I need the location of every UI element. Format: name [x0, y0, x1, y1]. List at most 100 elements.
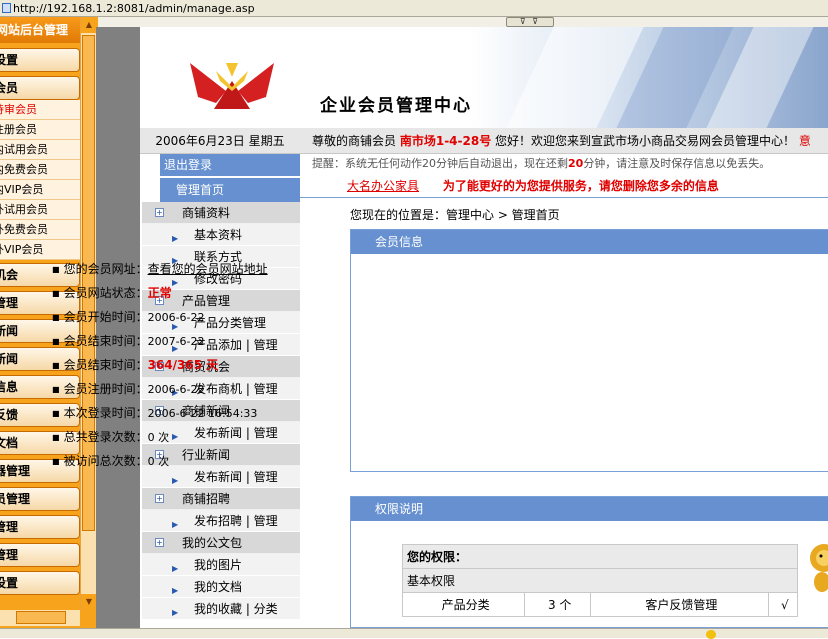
nav-section[interactable]: + 我的公文包 — [142, 532, 300, 554]
info-value: 2006-6-22 — [147, 311, 205, 324]
info-label: 会员结束时间： — [63, 358, 148, 372]
left-menu-button[interactable]: 管理 — [0, 543, 80, 567]
scroll-down-icon[interactable]: ▼ — [81, 594, 97, 610]
info-value: 0 次 — [147, 455, 170, 468]
ad-link[interactable]: 大名办公家具 — [347, 179, 419, 193]
info-row: ■ 会员网站状态：正常 — [52, 284, 172, 301]
table-cell: 客户反馈管理 — [590, 592, 769, 617]
info-label: 本次登录时间： — [63, 406, 148, 420]
info-value: 2007-6-22 — [147, 335, 205, 348]
left-menu-link[interactable]: 外免费会员 — [0, 220, 80, 240]
nav-item[interactable]: ▶ 我的图片 — [142, 554, 300, 576]
shop-name: 南市场1-4-28号 — [399, 134, 492, 148]
table-row: 产品分类 3 个 客户反馈管理 √ — [401, 592, 799, 617]
table-cell: 3 个 — [524, 592, 592, 617]
nav-item-label: 发布商机 | 管理 — [194, 382, 278, 396]
info-row: ■ 会员结束时间：364/365 天 — [52, 356, 218, 373]
left-menu-link[interactable]: 外试用会员 — [0, 200, 80, 220]
tip-suffix: 分钟，请注意及时保存信息以免丢失。 — [583, 157, 771, 170]
tip-prefix: 提醒：系统无任何动作20分钟后自动退出，现在还剩 — [312, 157, 568, 170]
left-menu-link[interactable]: 内免费会员 — [0, 160, 80, 180]
home-link[interactable]: 管理首页 — [160, 178, 300, 202]
nav-section[interactable]: + 商铺资料 — [142, 202, 300, 224]
page-title: 企业会员管理中心 — [320, 96, 472, 116]
permissions-group: 基本权限 — [402, 568, 798, 593]
left-menu-link[interactable]: 注册会员 — [0, 120, 80, 140]
nav-item-label: 我的图片 — [194, 558, 243, 572]
expand-icon: + — [155, 208, 164, 217]
panel-title: 权限说明 — [351, 497, 828, 521]
bullet-icon: ■ — [52, 337, 60, 346]
ad-bar: 大名办公家具 为了能更好的为您提供服务，请您删除您多余的信息 — [300, 174, 828, 198]
left-menu-button[interactable]: 会员 — [0, 76, 80, 100]
url-text[interactable]: http://192.168.1.2:8081/admin/manage.asp — [13, 2, 255, 15]
info-value: 2006-6-22 16:54:33 — [147, 407, 258, 420]
bullet-icon: ■ — [52, 409, 60, 418]
nav-section[interactable]: + 商铺招聘 — [142, 488, 300, 510]
info-value: 2006-6-22 — [147, 383, 205, 396]
logout-button[interactable]: 退出登录 — [160, 154, 300, 176]
left-menu-link[interactable]: 待审会员 — [0, 100, 80, 120]
collapse-frame-toggle-icon[interactable]: ⊽ ⊽ — [506, 17, 554, 27]
bullet-icon: ■ — [52, 313, 60, 322]
left-menu-link[interactable]: 内VIP会员 — [0, 180, 80, 200]
left-menu-link[interactable]: 外VIP会员 — [0, 240, 80, 260]
bullet-icon: ■ — [52, 265, 60, 274]
nav-section-title: 产品管理 — [182, 294, 231, 308]
table-cell: 产品分类 — [401, 592, 526, 617]
nav-section-title: 商铺资料 — [182, 206, 231, 220]
nav-item[interactable]: ▶ 我的收藏 | 分类 — [142, 598, 300, 620]
nav-section-title: 行业新闻 — [182, 448, 231, 462]
check-icon: √ — [767, 592, 799, 617]
ad-message: 为了能更好的为您提供服务，请您删除您多余的信息 — [442, 179, 719, 193]
status-bar — [0, 628, 828, 639]
info-row: ■ 本次登录时间：2006-6-22 16:54:33 — [52, 404, 257, 421]
nav-item[interactable]: ▶ 我的文档 — [142, 576, 300, 598]
frame-divider — [96, 27, 140, 628]
left-menu-button[interactable]: 管理 — [0, 515, 80, 539]
frame-top-strip — [0, 17, 828, 27]
info-label: 会员开始时间： — [63, 310, 148, 324]
info-label: 会员结束时间： — [63, 334, 148, 348]
expand-icon: + — [155, 494, 164, 503]
bullet-icon: ■ — [52, 433, 60, 442]
member-info-panel: 会员信息 — [350, 229, 828, 472]
left-menu-button[interactable]: 设置 — [0, 571, 80, 595]
nav-item[interactable]: ▶ 发布新闻 | 管理 — [142, 466, 300, 488]
bullet-icon: ■ — [52, 289, 60, 298]
info-value: 正常 — [147, 286, 172, 300]
bullet-icon: ■ — [52, 361, 60, 370]
welcome-suffix: 您好！欢迎您来到宣武市场小商品交易网会员管理中心！ — [495, 134, 796, 148]
breadcrumb: 您现在的位置是：管理中心 > 管理首页 — [350, 208, 560, 222]
info-row: ■ 会员结束时间：2007-6-22 — [52, 332, 205, 349]
welcome-bar: 尊敬的商铺会员 南市场1-4-28号 您好！欢迎您来到宣武市场小商品交易网会员管… — [300, 128, 828, 154]
member-site-link[interactable]: 查看您的会员网站地址 — [148, 262, 268, 276]
panel-title: 会员信息 — [351, 230, 828, 254]
bullet-icon: ■ — [52, 385, 60, 394]
nav-item-label: 发布招聘 | 管理 — [194, 514, 278, 528]
nav-item[interactable]: ▶ 基本资料 — [142, 224, 300, 246]
nav-item[interactable]: ▶ 发布招聘 | 管理 — [142, 510, 300, 532]
nav-item-label: 我的文档 — [194, 580, 243, 594]
date-display: 2006年6月23日 星期五 — [140, 128, 300, 154]
permissions-header: 您的权限： — [402, 544, 798, 569]
info-row: ■ 您的会员网址：查看您的会员网站地址 — [52, 260, 268, 277]
info-label: 总共登录次数： — [63, 430, 148, 444]
left-menu-button[interactable]: 设置 — [0, 48, 80, 72]
hscroll-thumb[interactable] — [16, 611, 66, 624]
page-icon — [2, 3, 11, 13]
nav-item-label: 基本资料 — [194, 228, 243, 242]
nav-item-label: 发布新闻 | 管理 — [194, 470, 278, 484]
welcome-prefix: 尊敬的商铺会员 — [312, 134, 397, 148]
left-frame-title: 网站后台管理 — [0, 17, 80, 43]
address-bar[interactable]: http://192.168.1.2:8081/admin/manage.asp — [0, 0, 828, 17]
header-banner: 企业会员管理中心 — [140, 27, 828, 128]
left-menu-button[interactable]: 员管理 — [0, 487, 80, 511]
info-label: 被访问总次数： — [63, 454, 148, 468]
notice-link[interactable]: 意 — [799, 134, 811, 148]
info-value: 0 次 — [147, 431, 170, 444]
arrow-right-icon: ▶ — [172, 608, 179, 617]
left-menu-link[interactable]: 内试用会员 — [0, 140, 80, 160]
scroll-up-icon[interactable]: ▲ — [81, 17, 97, 33]
left-frame-hscrollbar[interactable] — [0, 610, 80, 626]
